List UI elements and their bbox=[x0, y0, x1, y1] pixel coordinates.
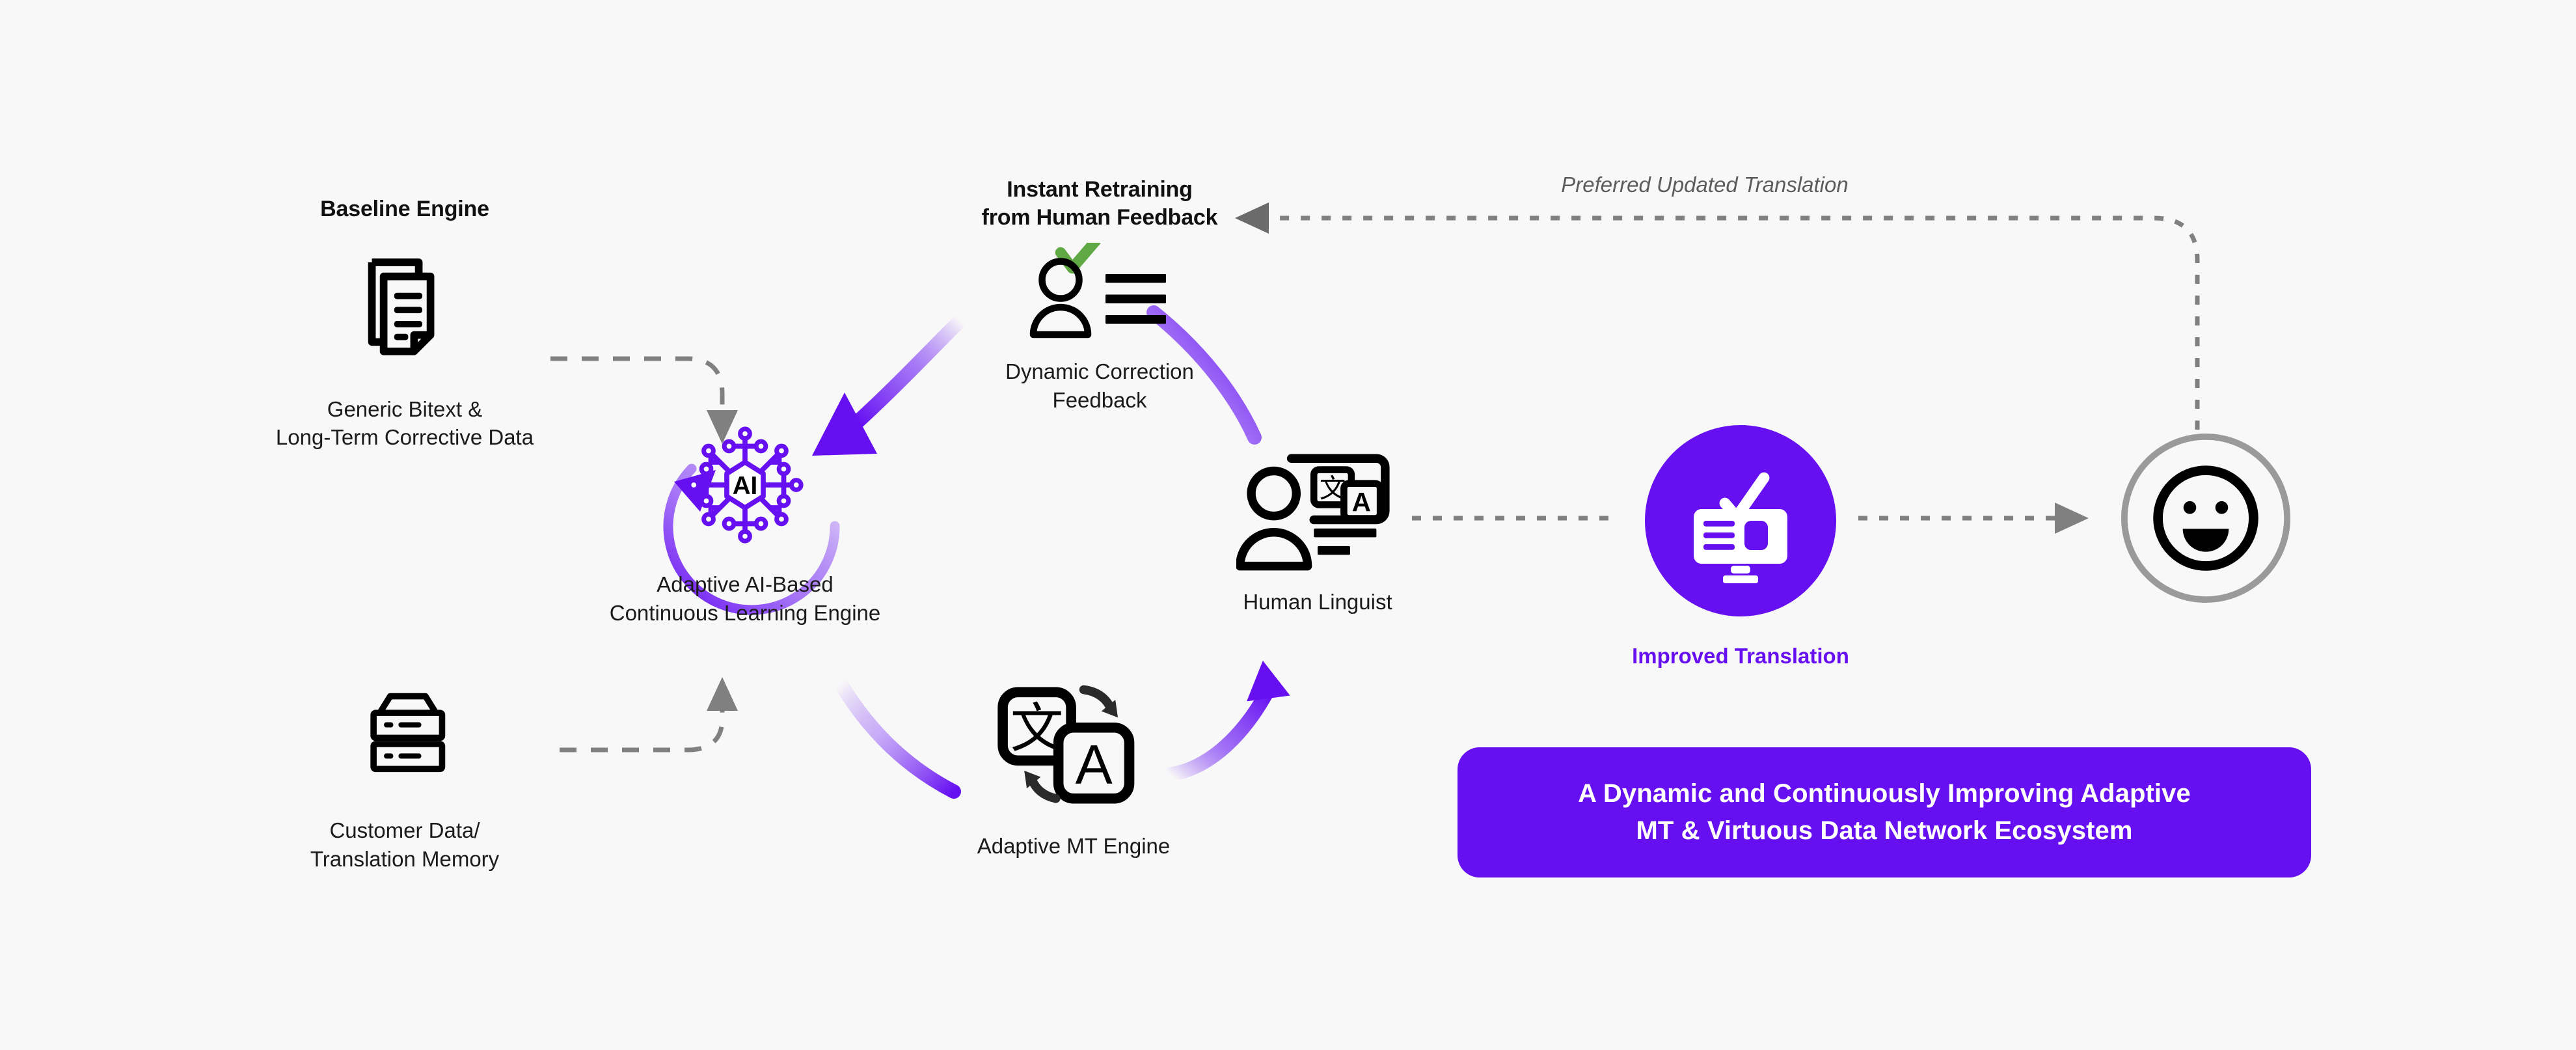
database-server-icon bbox=[353, 690, 457, 788]
node-human-linguist[interactable]: 文 A Human Linguist bbox=[1174, 446, 1461, 616]
node-improved-translation-caption: Improved Translation bbox=[1632, 644, 1849, 668]
node-feedback-caption: Dynamic Correction Feedback bbox=[1005, 359, 1194, 412]
node-adaptive-mt-engine-caption: Adaptive MT Engine bbox=[977, 834, 1171, 858]
node-human-linguist-caption: Human Linguist bbox=[1243, 590, 1392, 614]
node-baseline-engine[interactable]: Baseline Engine Generic Bitext & Long-Te… bbox=[242, 195, 567, 452]
swap-arrow-up bbox=[1027, 775, 1061, 803]
translate-swap-icon: 文 A bbox=[992, 677, 1155, 814]
node-customer-data[interactable]: Customer Data/ Translation Memory bbox=[242, 690, 567, 873]
edge-label-preferred-updated-translation: Preferred Updated Translation bbox=[1561, 173, 1849, 197]
documents-icon bbox=[343, 251, 467, 368]
node-dynamic-correction-feedback[interactable]: Instant Retraining from Human Feedback D… bbox=[898, 176, 1301, 414]
node-customer-data-caption: Customer Data/ Translation Memory bbox=[310, 818, 500, 871]
edge-customer-to-ai bbox=[560, 677, 738, 753]
node-improved-translation[interactable]: Improved Translation bbox=[1597, 423, 1884, 670]
node-feedback-heading: Instant Retraining from Human Feedback bbox=[981, 177, 1218, 230]
node-adaptive-mt-engine[interactable]: 文 A Adaptive MT Engine bbox=[924, 677, 1223, 861]
glyph-a: A bbox=[1352, 487, 1371, 517]
node-baseline-engine-caption: Generic Bitext & Long-Term Corrective Da… bbox=[275, 396, 534, 450]
ai-chip-label: AI bbox=[733, 472, 758, 500]
happy-face-icon bbox=[2117, 430, 2294, 607]
person-with-lines-check-icon bbox=[1022, 243, 1178, 340]
monitor-check-icon bbox=[1643, 423, 1838, 618]
node-end-user-satisfaction[interactable] bbox=[2108, 430, 2303, 607]
diagram-canvas: Preferred Updated Translation Baseline E… bbox=[0, 0, 2576, 1050]
node-baseline-engine-heading: Baseline Engine bbox=[320, 197, 489, 221]
person-translate-screen-icon: 文 A bbox=[1236, 446, 1399, 576]
edge-preferred-updated-translation bbox=[1235, 202, 2200, 430]
edge-improved-to-smiley bbox=[1858, 503, 2089, 534]
ai-chip-icon: AI bbox=[677, 417, 813, 553]
summary-banner-text: A Dynamic and Continuously Improving Ada… bbox=[1578, 779, 2191, 845]
node-ai-engine[interactable]: AI Adaptive AI-Based Continuous Learning… bbox=[556, 417, 934, 627]
glyph-a: A bbox=[1076, 734, 1113, 795]
node-ai-engine-caption: Adaptive AI-Based Continuous Learning En… bbox=[609, 572, 881, 625]
summary-banner: A Dynamic and Continuously Improving Ada… bbox=[1457, 747, 2311, 877]
